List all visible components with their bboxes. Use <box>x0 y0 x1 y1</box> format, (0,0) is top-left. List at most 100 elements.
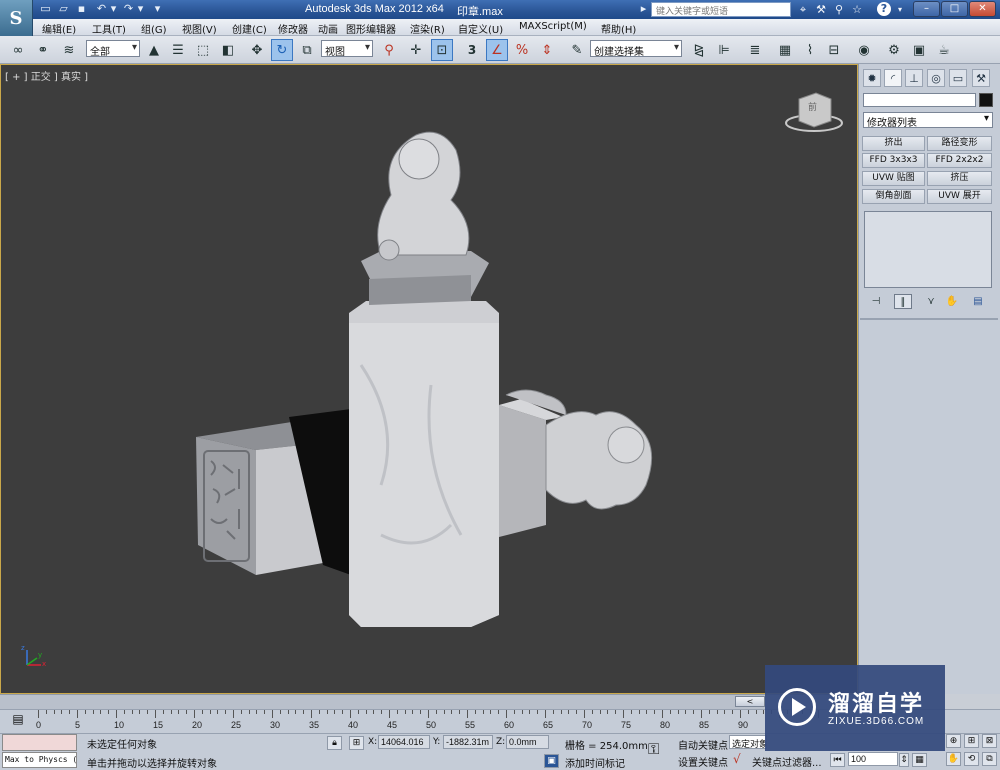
rectangular-selection-icon[interactable]: ⬚ <box>192 39 214 61</box>
search-icon[interactable]: ▸ <box>636 2 651 16</box>
menu-modifiers[interactable]: 修改器 <box>278 21 308 36</box>
maximize-viewport-icon[interactable]: ⧉ <box>982 752 997 766</box>
close-button[interactable]: ✕ <box>969 1 996 17</box>
set-key-button[interactable]: 设置关键点 <box>678 754 728 769</box>
add-time-tag[interactable]: 添加时间标记 <box>565 755 625 770</box>
rotate-icon[interactable]: ↻ <box>271 39 293 61</box>
field-of-view-icon[interactable]: ⊠ <box>982 734 997 748</box>
hierarchy-tab-icon[interactable]: ⊥ <box>905 69 923 87</box>
scene-render[interactable] <box>1 65 857 693</box>
link-icon[interactable]: ∞ <box>7 39 29 61</box>
viewport-label[interactable]: [ + ] 正交 ] 真实 ] <box>5 68 88 83</box>
menu-animation[interactable]: 动画 <box>318 21 338 36</box>
bevel-profile-button[interactable]: 倒角剖面 <box>862 189 925 204</box>
help-dropdown-icon[interactable]: ▾ <box>892 2 908 17</box>
uvw-map-button[interactable]: UVW 贴图 <box>862 171 925 186</box>
schematic-view-icon[interactable]: ⊟ <box>823 39 845 61</box>
menu-graph-editors[interactable]: 图形编辑器 <box>346 21 396 36</box>
rendered-frame-window-icon[interactable]: ▣ <box>908 39 930 61</box>
percent-snap-icon[interactable]: % <box>511 39 533 61</box>
key-filter-icon[interactable]: √ <box>733 752 741 766</box>
squeeze-button[interactable]: 挤压 <box>927 171 992 186</box>
redo-dropdown-icon[interactable]: ▾ <box>133 2 148 16</box>
layer-manager-icon[interactable]: ≣ <box>744 39 766 61</box>
time-slider-thumb[interactable]: < <box>735 696 765 707</box>
selection-filter-dropdown[interactable]: 全部 <box>86 40 140 58</box>
mini-curve-editor-icon[interactable]: ▤ <box>8 712 28 730</box>
menu-group[interactable]: 组(G) <box>141 21 167 36</box>
pin-stack-icon[interactable]: ⊣ <box>867 294 885 309</box>
spinner-snap-icon[interactable]: ⇕ <box>536 39 558 61</box>
named-selection-dropdown[interactable]: 创建选择集 <box>590 40 682 58</box>
zoom-extents-icon[interactable]: ⊕ <box>946 734 961 748</box>
maximize-button[interactable]: □ <box>941 1 968 17</box>
motion-tab-icon[interactable]: ◎ <box>927 69 945 87</box>
select-manipulate-icon[interactable]: ✛ <box>405 39 427 61</box>
ffd-3x3x3-button[interactable]: FFD 3x3x3 <box>862 153 925 168</box>
undo-dropdown-icon[interactable]: ▾ <box>106 2 121 16</box>
material-editor-icon[interactable]: ◉ <box>853 39 875 61</box>
pan-view-icon[interactable]: ✋ <box>946 752 961 766</box>
edit-named-selection-icon[interactable]: ✎ <box>566 39 588 61</box>
snaps-toggle-icon[interactable]: 3 <box>461 39 483 61</box>
current-frame-field[interactable]: 100 <box>848 752 898 766</box>
set-key-icon[interactable]: ⚿ <box>648 740 659 758</box>
display-tab-icon[interactable]: ▭ <box>949 69 967 87</box>
render-production-icon[interactable]: ☕ <box>933 39 955 61</box>
minimize-button[interactable]: – <box>913 1 940 17</box>
show-end-result-icon[interactable]: ∥ <box>894 294 912 309</box>
align-icon[interactable]: ⊫ <box>713 39 735 61</box>
frame-spinner-icon[interactable]: ⇕ <box>899 753 909 767</box>
search-input[interactable]: 键入关键字或短语 <box>651 2 791 17</box>
new-file-icon[interactable]: ▭ <box>38 2 53 16</box>
keyboard-shortcut-override-icon[interactable]: ⊡ <box>431 39 453 61</box>
select-by-name-icon[interactable]: ☰ <box>167 39 189 61</box>
menu-rendering[interactable]: 渲染(R) <box>410 21 445 36</box>
move-icon[interactable]: ✥ <box>246 39 268 61</box>
orbit-icon[interactable]: ⟲ <box>964 752 979 766</box>
pivot-center-icon[interactable]: ⚲ <box>378 39 400 61</box>
key-mode-dropdown[interactable]: 选定对象 <box>729 735 767 749</box>
menu-edit[interactable]: 编辑(E) <box>42 21 76 36</box>
modify-tab-icon[interactable]: ◜ <box>884 69 902 87</box>
angle-snap-icon[interactable]: ∠ <box>486 39 508 61</box>
configure-modifier-sets-icon[interactable]: ▤ <box>969 294 987 309</box>
time-tag-icon[interactable]: ▣ <box>544 754 559 768</box>
scale-icon[interactable]: ⧉ <box>296 39 318 61</box>
bind-space-warp-icon[interactable]: ≋ <box>58 39 80 61</box>
y-coordinate-field[interactable]: -1882.31m <box>443 735 493 749</box>
unlink-icon[interactable]: ⚭ <box>32 39 54 61</box>
save-file-icon[interactable]: ▪ <box>74 2 89 16</box>
menu-customize[interactable]: 自定义(U) <box>458 21 503 36</box>
select-object-icon[interactable]: ▲ <box>143 39 165 61</box>
menu-views[interactable]: 视图(V) <box>182 21 217 36</box>
modifier-stack[interactable] <box>864 211 992 288</box>
app-logo-icon[interactable]: S <box>0 0 33 36</box>
menu-help[interactable]: 帮助(H) <box>601 21 636 36</box>
perspective-viewport[interactable] <box>0 64 858 694</box>
object-name-field[interactable] <box>863 93 976 107</box>
open-file-icon[interactable]: ▱ <box>56 2 71 16</box>
menu-tools[interactable]: 工具(T) <box>92 21 126 36</box>
z-coordinate-field[interactable]: 0.0mm <box>506 735 549 749</box>
object-color-swatch[interactable] <box>979 93 993 107</box>
mirror-icon[interactable]: ⧎ <box>688 39 710 61</box>
graphite-toolbar-icon[interactable]: ▦ <box>774 39 796 61</box>
frame-ruler[interactable]: 0 5 10 15 20 25 30 35 40 45 50 55 60 65 70 75 80 85 90 <box>36 710 828 732</box>
remove-modifier-icon[interactable]: ✋ <box>943 294 961 309</box>
x-coordinate-field[interactable]: 14064.016 <box>378 735 430 749</box>
transform-mode-icon[interactable]: ⊞ <box>349 736 364 750</box>
tools-icon[interactable]: ⚒ <box>813 2 829 17</box>
make-unique-icon[interactable]: ⋎ <box>922 294 940 309</box>
key-filters-button[interactable]: 关键点过滤器... <box>752 754 822 769</box>
selection-lock-icon[interactable]: 🔒︎ <box>327 736 342 750</box>
communication-center-icon[interactable]: ⚲ <box>831 2 847 17</box>
unwrap-uvw-button[interactable]: UVW 展开 <box>927 189 992 204</box>
goto-start-icon[interactable]: ⏮ <box>830 753 845 767</box>
auto-key-button[interactable]: 自动关键点 <box>678 737 728 752</box>
binoculars-icon[interactable]: ⌖ <box>795 2 811 17</box>
zoom-extents-all-icon[interactable]: ⊞ <box>964 734 979 748</box>
render-setup-icon[interactable]: ⚙ <box>883 39 905 61</box>
favorites-star-icon[interactable]: ☆ <box>849 2 865 17</box>
maxscript-output[interactable]: Max to Physcs ( <box>2 752 77 768</box>
